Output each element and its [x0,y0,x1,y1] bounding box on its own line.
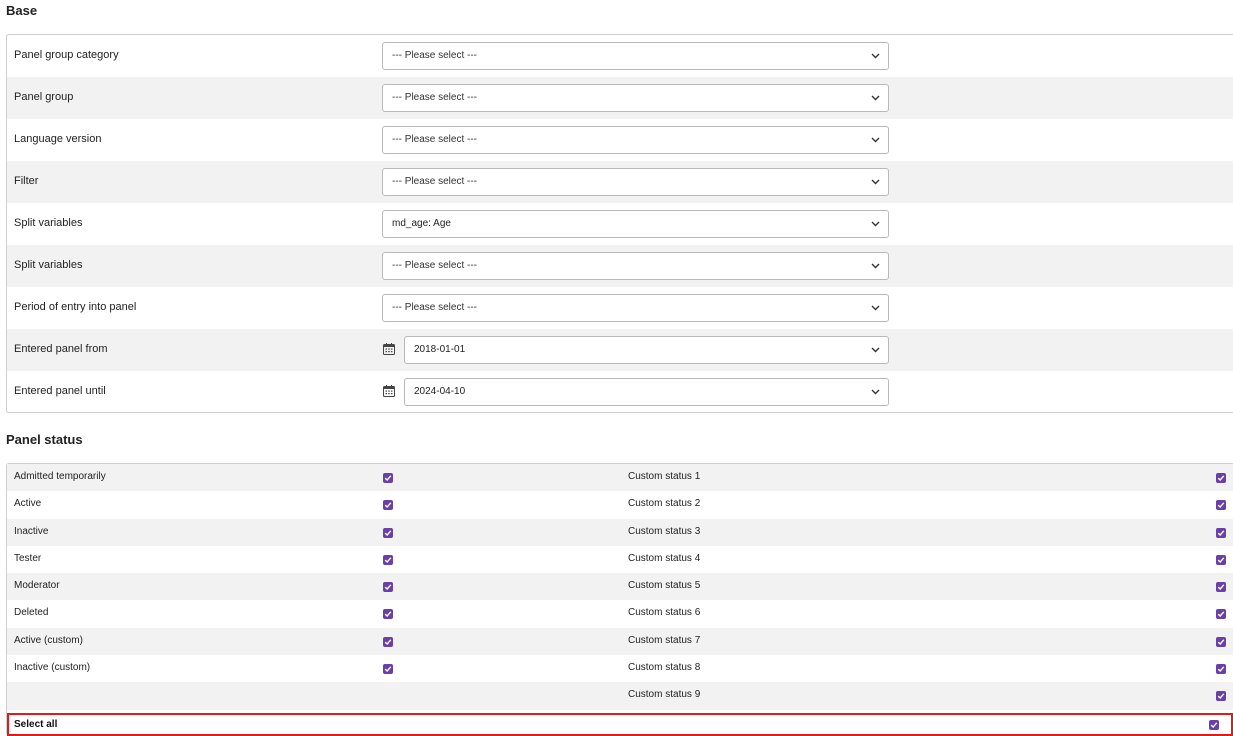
section-title-panel-status: Panel status [6,432,83,447]
period-of-entry-select[interactable]: --- Please select --- [382,294,889,322]
field-label: Filter [14,175,39,187]
field-label: Split variables [14,259,83,271]
filter-select[interactable]: --- Please select --- [382,168,889,196]
field-label: Split variables [14,217,83,229]
active-custom-checkbox[interactable] [383,636,393,647]
status-row: Moderator Custom status 5 [7,573,1233,601]
deleted-checkbox[interactable] [383,609,393,620]
field-label: Panel group [14,91,74,103]
status-label: Custom status 1 [628,471,701,482]
active-checkbox[interactable] [383,500,393,511]
form-row-entered-panel-from: Entered panel from 2018-01-01 [7,329,1233,371]
status-label: Tester [14,552,42,564]
field-label: Panel group category [14,49,119,61]
entered-panel-from-date-select[interactable]: 2018-01-01 [404,336,889,364]
field-label: Language version [14,133,102,145]
chevron-down-icon [871,211,881,237]
status-row: Deleted Custom status 6 [7,600,1233,628]
select-all-label: Select all [14,719,58,730]
section-title-base: Base [6,3,38,18]
status-label: Custom status 4 [628,552,701,564]
status-row: Active (custom) Custom status 7 [7,627,1233,656]
calendar-icon[interactable] [383,343,395,355]
chevron-down-icon [871,127,881,153]
form-row-filter: Filter --- Please select --- [7,161,1233,203]
field-label: Entered panel from [14,343,108,355]
status-label: Custom status 8 [628,662,701,674]
status-label: Custom status 7 [628,634,701,646]
chevron-down-icon [871,85,881,111]
form-row-split-variables-1: Split variables md_age: Age [7,203,1233,245]
form-row-panel-group-category: Panel group category --- Please select -… [7,35,1233,77]
admitted-temporarily-checkbox[interactable] [383,473,393,483]
status-label: Inactive (custom) [14,662,91,674]
status-label: Custom status 6 [628,607,701,619]
chevron-down-icon [871,43,881,69]
chevron-down-icon [871,253,881,279]
custom-status-8-checkbox[interactable] [1216,664,1226,675]
tester-checkbox[interactable] [383,554,393,565]
custom-status-5-checkbox[interactable] [1216,582,1226,593]
chevron-down-icon [871,169,881,195]
form-row-language-version: Language version --- Please select --- [7,119,1233,161]
panel-status-table: Admitted temporarily Custom status 1 Act… [6,463,1233,736]
panel-group-select[interactable]: --- Please select --- [382,84,889,112]
select-all-checkbox[interactable] [1209,720,1219,730]
chevron-down-icon [871,337,881,363]
status-row: Admitted temporarily Custom status 1 [7,464,1233,492]
chevron-down-icon [871,295,881,321]
field-label: Period of entry into panel [14,301,137,313]
panel-group-category-select[interactable]: --- Please select --- [382,42,889,70]
chevron-down-icon [871,379,881,405]
calendar-icon[interactable] [383,385,395,397]
form-row-split-variables-2: Split variables --- Please select --- [7,245,1233,287]
custom-status-6-checkbox[interactable] [1216,609,1226,620]
status-label: Custom status 5 [628,580,701,592]
status-label: Moderator [14,580,60,592]
status-label: Custom status 2 [628,498,701,510]
custom-status-1-checkbox[interactable] [1216,473,1226,483]
inactive-checkbox[interactable] [383,527,393,538]
status-label: Active (custom) [14,634,83,646]
split-variables-select-1[interactable]: md_age: Age [382,210,889,238]
form-row-entered-panel-until: Entered panel until 2024-04-10 [7,371,1233,413]
split-variables-select-2[interactable]: --- Please select --- [382,252,889,280]
language-version-select[interactable]: --- Please select --- [382,126,889,154]
form-row-panel-group: Panel group --- Please select --- [7,77,1233,119]
status-row: Active Custom status 2 [7,491,1233,519]
select-all-row: Select all [7,713,1233,736]
entered-panel-until-date-select[interactable]: 2024-04-10 [404,378,889,406]
status-label: Active [14,498,42,510]
status-label: Admitted temporarily [14,471,106,482]
custom-status-2-checkbox[interactable] [1216,500,1226,511]
custom-status-4-checkbox[interactable] [1216,554,1226,565]
form-row-period-of-entry: Period of entry into panel --- Please se… [7,287,1233,329]
moderator-checkbox[interactable] [383,582,393,593]
status-row: Custom status 9 [7,682,1233,710]
custom-status-7-checkbox[interactable] [1216,636,1226,647]
status-row: Tester Custom status 4 [7,545,1233,574]
base-form-panel: Panel group category --- Please select -… [6,34,1233,413]
status-label: Inactive [14,525,49,537]
inactive-custom-checkbox[interactable] [383,664,393,675]
status-row: Inactive Custom status 3 [7,518,1233,546]
custom-status-9-checkbox[interactable] [1216,691,1226,702]
status-label: Deleted [14,607,49,619]
status-label: Custom status 3 [628,525,701,537]
custom-status-3-checkbox[interactable] [1216,527,1226,538]
status-row: Inactive (custom) Custom status 8 [7,655,1233,683]
field-label: Entered panel until [14,385,106,397]
status-label: Custom status 9 [628,689,701,701]
